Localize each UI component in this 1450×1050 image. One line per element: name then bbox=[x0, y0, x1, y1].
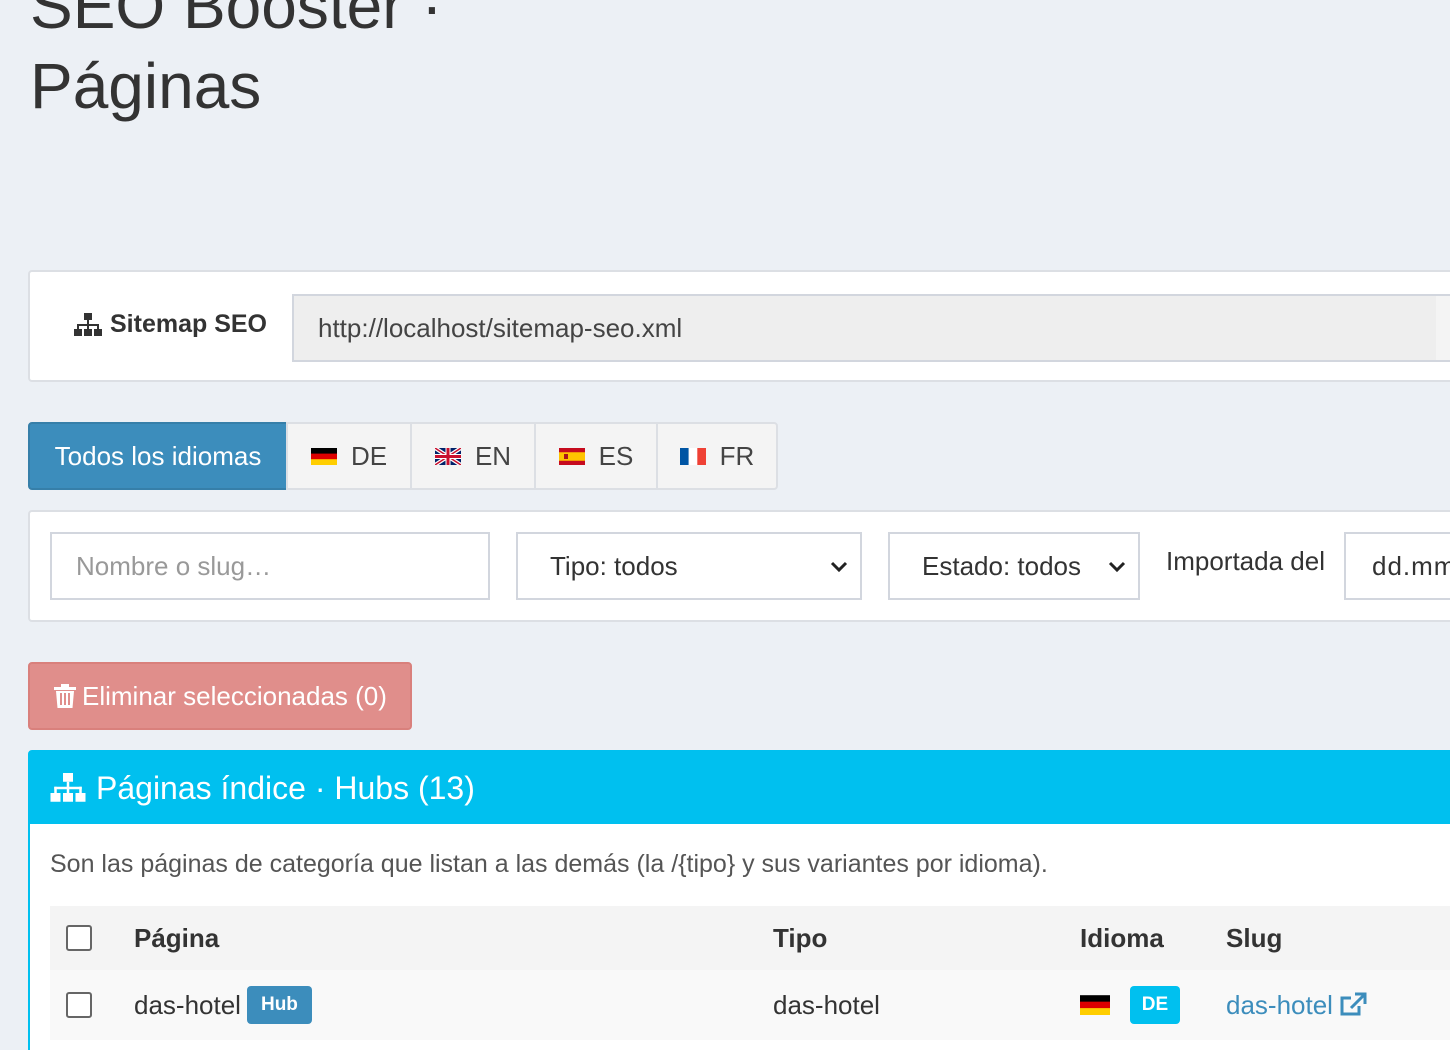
column-header-language[interactable]: Idioma bbox=[1080, 906, 1164, 970]
table-row: das-hotel Hub das-hotel DE das-hotel bbox=[50, 970, 1450, 1040]
type-select-value: Tipo: todos bbox=[550, 550, 678, 581]
row-language-cell: DE bbox=[1080, 970, 1180, 1040]
column-header-page[interactable]: Página bbox=[134, 906, 219, 970]
delete-selected-label: Eliminar seleccionadas (0) bbox=[82, 680, 387, 711]
hubs-description: Son las páginas de categoría que listan … bbox=[50, 850, 1048, 878]
tab-de-label: DE bbox=[350, 440, 388, 471]
tab-fr-label: FR bbox=[719, 440, 755, 471]
status-select[interactable]: Estado: todos bbox=[888, 532, 1140, 600]
slug-link[interactable]: das-hotel bbox=[1226, 990, 1367, 1021]
spain-flag-icon bbox=[558, 447, 585, 465]
row-select-cell bbox=[66, 970, 92, 1040]
imported-date-input[interactable]: dd.mm bbox=[1344, 532, 1450, 600]
filter-panel: Nombre o slug… Tipo: todos Estado: todos… bbox=[28, 510, 1450, 622]
row-page-name: das-hotel bbox=[134, 989, 241, 1020]
hub-badge: Hub bbox=[246, 986, 312, 1024]
search-input[interactable]: Nombre o slug… bbox=[50, 532, 490, 600]
hubs-title: Páginas índice · Hubs (13) bbox=[96, 769, 475, 806]
page-title-line1: SEO Booster · bbox=[30, 0, 443, 42]
column-header-type[interactable]: Tipo bbox=[773, 906, 827, 970]
tab-en-label: EN bbox=[474, 440, 512, 471]
row-type: das-hotel bbox=[773, 989, 880, 1020]
sitemap-label: Sitemap SEO bbox=[74, 310, 267, 339]
type-select[interactable]: Tipo: todos bbox=[516, 532, 862, 600]
tab-en[interactable]: EN bbox=[410, 422, 536, 490]
chevron-down-icon bbox=[830, 561, 848, 573]
tab-fr[interactable]: FR bbox=[656, 422, 778, 490]
sitemap-copy-button[interactable] bbox=[1436, 294, 1450, 362]
sitemap-panel: Sitemap SEO http://localhost/sitemap-seo… bbox=[28, 270, 1450, 382]
chevron-down-icon bbox=[1108, 561, 1126, 573]
row-slug-cell: das-hotel bbox=[1226, 970, 1367, 1040]
sitemap-icon bbox=[50, 773, 86, 802]
page-title: SEO Booster · Páginas bbox=[30, 0, 730, 126]
select-all-checkbox[interactable] bbox=[66, 925, 92, 951]
uk-flag-icon bbox=[434, 447, 461, 465]
germany-flag-icon bbox=[310, 447, 337, 465]
tab-es[interactable]: ES bbox=[534, 422, 658, 490]
imported-from-label: Importada del bbox=[1166, 546, 1325, 576]
sitemap-url-field[interactable]: http://localhost/sitemap-seo.xml bbox=[292, 294, 1438, 362]
delete-selected-button[interactable]: Eliminar seleccionadas (0) bbox=[28, 662, 412, 730]
sitemap-label-text: Sitemap SEO bbox=[110, 310, 267, 338]
row-checkbox[interactable] bbox=[66, 992, 92, 1018]
sitemap-icon bbox=[74, 312, 102, 336]
tab-all-languages-label: Todos los idiomas bbox=[54, 440, 262, 471]
tab-de[interactable]: DE bbox=[286, 422, 412, 490]
germany-flag-icon bbox=[1080, 995, 1110, 1015]
column-header-slug[interactable]: Slug bbox=[1226, 906, 1282, 970]
select-all-cell bbox=[66, 906, 92, 970]
language-tabs: Todos los idiomas DE EN ES FR bbox=[28, 422, 778, 490]
france-flag-icon bbox=[679, 447, 706, 465]
row-page-cell: das-hotel Hub bbox=[134, 970, 312, 1040]
hubs-header: Páginas índice · Hubs (13) bbox=[30, 752, 1450, 824]
external-link-icon bbox=[1340, 992, 1367, 1016]
hubs-panel: Páginas índice · Hubs (13) Son las págin… bbox=[28, 750, 1450, 1050]
language-badge: DE bbox=[1130, 986, 1180, 1024]
status-select-value: Estado: todos bbox=[922, 550, 1081, 581]
table-header: Página Tipo Idioma Slug bbox=[50, 906, 1450, 970]
tab-es-label: ES bbox=[598, 440, 634, 471]
page-title-line2: Páginas bbox=[30, 50, 262, 122]
slug-link-text: das-hotel bbox=[1226, 989, 1333, 1020]
trash-icon bbox=[54, 684, 76, 708]
tab-all-languages[interactable]: Todos los idiomas bbox=[28, 422, 288, 490]
